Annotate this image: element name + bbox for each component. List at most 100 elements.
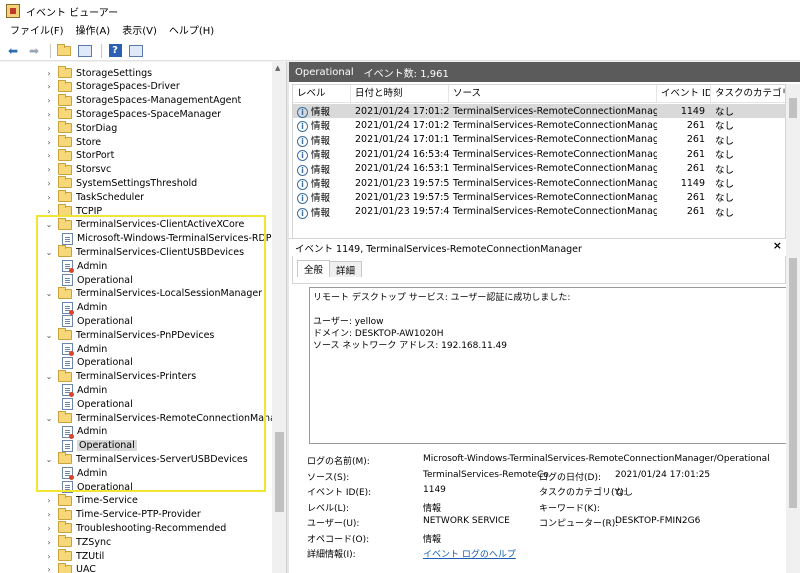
expand-chevron-icon[interactable]: › [44, 510, 54, 519]
tree-item[interactable]: Admin [62, 301, 107, 315]
tree-item[interactable]: Admin [62, 342, 107, 356]
collapse-chevron-icon[interactable]: ⌄ [44, 331, 54, 340]
event-detail-title: イベント 1149, TerminalServices-RemoteConnec… [295, 243, 582, 255]
expand-chevron-icon[interactable]: › [44, 110, 54, 119]
tree-item[interactable]: › Time-Service-PTP-Provider [44, 507, 201, 522]
expand-chevron-icon[interactable]: › [44, 124, 54, 133]
column-level[interactable]: レベル [293, 85, 351, 102]
column-event-id[interactable]: イベント ID [657, 85, 711, 102]
tree-item[interactable]: Operational [62, 397, 133, 411]
collapse-chevron-icon[interactable]: ⌄ [44, 248, 54, 257]
events-scrollbar-thumb[interactable] [789, 98, 797, 118]
tree-item[interactable]: Operational [62, 480, 133, 494]
expand-chevron-icon[interactable]: › [44, 496, 54, 505]
tree-item[interactable]: › Troubleshooting-Recommended [44, 521, 226, 535]
column-task-category[interactable]: タスクのカテゴリ [711, 85, 785, 102]
expand-chevron-icon[interactable]: › [44, 193, 54, 202]
event-log-help-link[interactable]: イベント ログのヘルプ [423, 547, 516, 560]
collapse-chevron-icon[interactable]: ⌄ [44, 289, 54, 298]
tree-item[interactable]: Operational [62, 356, 133, 370]
event-row[interactable]: i 情報 2021/01/23 19:57:51 TerminalServices-R… [293, 176, 785, 190]
tree-item[interactable]: Admin [62, 425, 107, 439]
event-row[interactable]: i 情報 2021/01/24 16:53:10 TerminalServices-R… [293, 162, 785, 176]
tree-item[interactable]: › Store [44, 135, 101, 149]
tree-item[interactable]: › StorPort [44, 148, 114, 163]
expand-chevron-icon[interactable]: › [44, 552, 54, 561]
tree-item[interactable]: ⌄ TerminalServices-ClientUSBDevices [44, 245, 244, 259]
menu-view[interactable]: 表示(V) [116, 22, 163, 41]
expand-chevron-icon[interactable]: › [44, 82, 54, 91]
tree-item[interactable]: › TaskScheduler [44, 190, 144, 204]
menu-file[interactable]: ファイル(F) [4, 22, 70, 41]
tree-item[interactable]: › StorageSpaces-ManagementAgent [44, 93, 241, 108]
property-value: 2021/01/24 17:01:25 [615, 469, 711, 480]
tree-item[interactable]: Admin [62, 383, 107, 398]
tree-item[interactable]: › TCPIP [44, 204, 102, 218]
expand-chevron-icon[interactable]: › [44, 96, 54, 105]
properties-icon[interactable] [127, 43, 145, 59]
help-icon[interactable]: ? [106, 43, 124, 59]
detail-scrollbar[interactable] [786, 238, 800, 573]
expand-chevron-icon[interactable]: › [44, 151, 54, 160]
tree-item[interactable]: Operational [62, 314, 133, 328]
console-tree-icon[interactable] [76, 43, 94, 59]
tree-item[interactable]: Microsoft-Windows-TerminalServices-RDPCl… [62, 232, 286, 246]
expand-chevron-icon[interactable]: › [44, 165, 54, 174]
tree-item[interactable]: Admin [62, 259, 107, 274]
tree-item[interactable]: › StorageSpaces-Driver [44, 79, 180, 94]
collapse-chevron-icon[interactable]: ⌄ [44, 414, 54, 423]
tree-item[interactable]: › UAC [44, 562, 96, 573]
tree-item-label: Operational [77, 315, 133, 327]
tree-item[interactable]: ⌄ TerminalServices-RemoteConnectionManage… [44, 411, 286, 425]
tree-item[interactable]: ⌄ TerminalServices-ServerUSBDevices [44, 452, 248, 466]
tree-scrollbar-thumb[interactable] [275, 432, 284, 512]
expand-chevron-icon[interactable]: › [44, 524, 54, 533]
collapse-chevron-icon[interactable]: ⌄ [44, 372, 54, 381]
event-message[interactable]: リモート デスクトップ サービス: ユーザー認証に成功しました: ユーザー: y… [309, 287, 789, 444]
collapse-chevron-icon[interactable]: ⌄ [44, 455, 54, 464]
scroll-up-icon[interactable]: ▲ [275, 64, 280, 72]
tab-general[interactable]: 全般 [297, 260, 331, 277]
close-icon[interactable]: × [773, 239, 782, 252]
tree-item[interactable]: ⌄ TerminalServices-Printers [44, 369, 196, 384]
event-row[interactable]: i 情報 2021/01/24 16:53:40 TerminalServices-R… [293, 147, 785, 162]
event-row[interactable]: i 情報 2021/01/23 19:57:42 TerminalServices-R… [293, 205, 785, 219]
tree-item[interactable]: › SystemSettingsThreshold [44, 176, 197, 190]
tree-item[interactable]: ⌄ TerminalServices-PnPDevices [44, 328, 214, 342]
tree-item[interactable]: › TZSync [44, 535, 111, 549]
forward-arrow-icon[interactable]: ➡ [25, 43, 43, 59]
column-source[interactable]: ソース [449, 85, 657, 102]
expand-chevron-icon[interactable]: › [44, 138, 54, 147]
tree-item[interactable]: › StorDiag [44, 121, 117, 135]
expand-chevron-icon[interactable]: › [44, 179, 54, 188]
column-datetime[interactable]: 日付と時刻 [351, 85, 449, 102]
detail-scrollbar-thumb[interactable] [789, 258, 797, 508]
tree-item[interactable]: › StorageSettings [44, 66, 152, 80]
back-arrow-icon[interactable]: ⬅ [4, 43, 22, 59]
tab-details[interactable]: 詳細 [329, 261, 363, 277]
menu-action[interactable]: 操作(A) [70, 22, 117, 41]
property-value: 情報 [423, 503, 442, 514]
expand-chevron-icon[interactable]: › [44, 69, 54, 78]
event-row[interactable]: i 情報 2021/01/23 19:57:51 TerminalServices-R… [293, 190, 785, 205]
tree-item[interactable]: Operational [62, 273, 133, 287]
tree-item[interactable]: › Storsvc [44, 162, 111, 177]
event-level: 情報 [311, 193, 331, 205]
tree-item[interactable]: ⌄ TerminalServices-ClientActiveXCore [44, 217, 244, 232]
folder-up-icon[interactable] [55, 43, 73, 59]
event-row[interactable]: i 情報 2021/01/24 17:01:25 TerminalServices-R… [293, 104, 785, 118]
tree-item[interactable]: › TZUtil [44, 549, 104, 563]
tree-item[interactable]: › Time-Service [44, 493, 138, 508]
tree-scrollbar[interactable]: ▲ [272, 62, 286, 573]
tree-item[interactable]: Operational [62, 439, 137, 453]
collapse-chevron-icon[interactable]: ⌄ [44, 220, 54, 229]
tree-item[interactable]: › StorageSpaces-SpaceManager [44, 107, 221, 121]
menu-help[interactable]: ヘルプ(H) [163, 22, 220, 41]
tree-item[interactable]: ⌄ TerminalServices-LocalSessionManager [44, 286, 262, 301]
event-row[interactable]: i 情報 2021/01/24 17:01:24 TerminalServices-R… [293, 118, 785, 133]
expand-chevron-icon[interactable]: › [44, 565, 54, 573]
expand-chevron-icon[interactable]: › [44, 538, 54, 547]
tree-item[interactable]: Admin [62, 466, 107, 481]
expand-chevron-icon[interactable]: › [44, 207, 54, 216]
event-row[interactable]: i 情報 2021/01/24 17:01:18 TerminalServices-R… [293, 133, 785, 147]
